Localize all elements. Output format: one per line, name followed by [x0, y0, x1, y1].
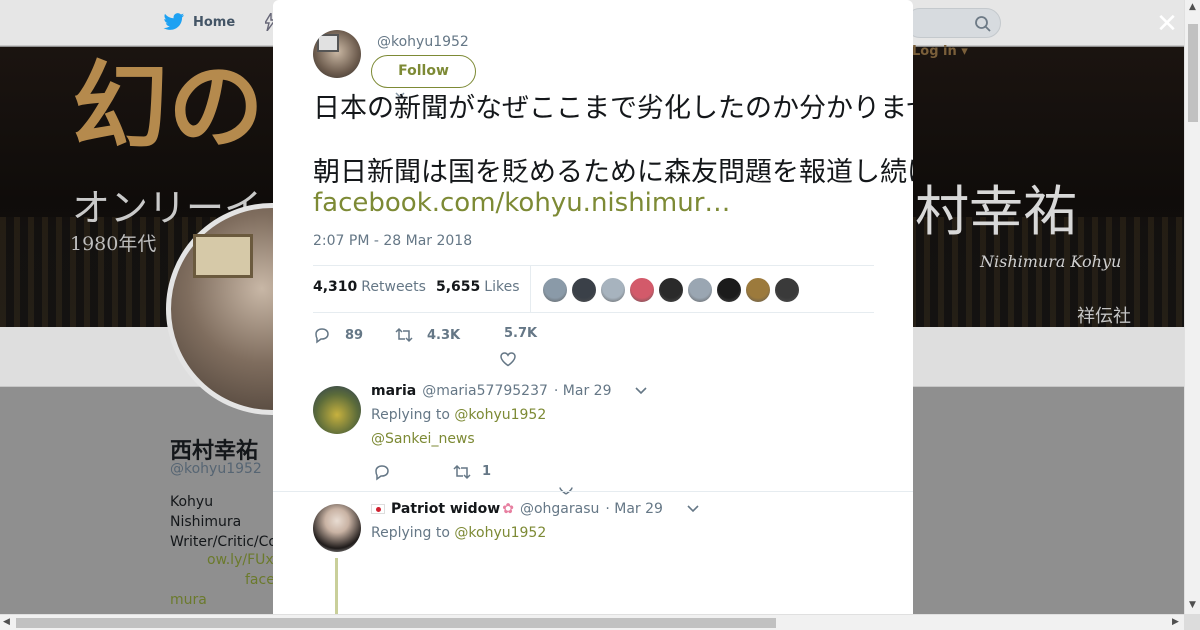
- reply-header: Patriot widow ✿ @ohgarasu · Mar 29: [371, 501, 699, 517]
- profile-link-1[interactable]: ow.ly/FUx: [207, 552, 274, 568]
- search-icon[interactable]: [974, 15, 992, 33]
- reply-retweet-count: 1: [482, 464, 492, 479]
- favoriter-avatar[interactable]: [571, 277, 597, 303]
- favoriter-avatar[interactable]: [542, 277, 568, 303]
- retweet-action[interactable]: 4.3K: [395, 326, 460, 344]
- horizontal-scrollbar[interactable]: ◀ ▶: [0, 614, 1184, 630]
- tweet-text: 日本の新聞がなぜここまで劣化したのか分かりません 朝日新聞は国を貶めるために森友…: [313, 92, 913, 188]
- reply-avatar[interactable]: [313, 504, 361, 552]
- profile-handle: @kohyu1952: [170, 461, 262, 477]
- reply-header: maria @maria57795237 · Mar 29: [371, 383, 648, 399]
- reply-icon: [315, 328, 329, 344]
- favoriter-avatar[interactable]: [629, 277, 655, 303]
- twitter-bird-icon: [163, 13, 185, 30]
- scrollbar-corner: [1184, 614, 1200, 630]
- chevron-down-icon[interactable]: [635, 387, 648, 395]
- like-action[interactable]: 5.7K: [504, 326, 537, 341]
- follow-button[interactable]: Follow: [371, 55, 476, 88]
- replying-to: Replying to @kohyu1952: [371, 525, 546, 541]
- retweets-label: Retweets: [361, 279, 426, 295]
- blossom-icon: ✿: [502, 501, 514, 517]
- replying-to-link[interactable]: @kohyu1952: [454, 407, 546, 423]
- login-link[interactable]: Log in ▾: [912, 44, 968, 59]
- replying-to-link[interactable]: @kohyu1952: [454, 525, 546, 541]
- banner-title: 幻の: [72, 50, 264, 163]
- profile-bio: Kohyu Nishimura Writer/Critic/Cornalist: [170, 494, 321, 550]
- profile-link-3[interactable]: mura: [170, 592, 207, 608]
- reply-avatar[interactable]: [313, 386, 361, 434]
- search-box[interactable]: [905, 8, 1001, 38]
- reply-icon[interactable]: [373, 463, 391, 481]
- favoriter-avatar[interactable]: [745, 277, 771, 303]
- favoriter-avatar[interactable]: [658, 277, 684, 303]
- reply-author-handle[interactable]: @maria57795237: [422, 383, 548, 399]
- banner-era: 1980年代: [70, 233, 157, 255]
- close-modal-button[interactable]: ✕: [1154, 11, 1180, 38]
- reply-action[interactable]: 89: [313, 326, 363, 344]
- scroll-right-arrow-icon[interactable]: ▶: [1172, 617, 1179, 627]
- reply-date[interactable]: · Mar 29: [554, 383, 612, 399]
- replying-prefix: Replying to: [371, 407, 450, 423]
- horizontal-scroll-thumb[interactable]: [16, 618, 776, 628]
- stats-divider: [530, 266, 531, 312]
- replying-to: Replying to @kohyu1952: [371, 407, 546, 423]
- heart-icon[interactable]: [499, 350, 517, 368]
- vertical-scroll-thumb[interactable]: [1188, 24, 1198, 122]
- banner-publisher: 祥伝社: [1077, 306, 1131, 327]
- retweet-count: 4.3K: [427, 327, 461, 343]
- favoriter-avatar[interactable]: [687, 277, 713, 303]
- replying-prefix: Replying to: [371, 525, 450, 541]
- thread-line: [335, 558, 338, 614]
- scroll-left-arrow-icon[interactable]: ◀: [3, 617, 10, 627]
- banner-author-en: Nishimura Kohyu: [980, 252, 1122, 271]
- scroll-up-arrow-icon[interactable]: ▲: [1189, 2, 1196, 12]
- reply-author-name[interactable]: Patriot widow: [391, 501, 500, 517]
- reply-divider: [273, 491, 913, 492]
- tweet-link[interactable]: facebook.com/kohyu.nishimur…: [313, 188, 730, 218]
- tweet-timestamp[interactable]: 2:07 PM - 28 Mar 2018: [313, 233, 472, 249]
- nav-home[interactable]: Home: [163, 12, 235, 32]
- reply-author-handle[interactable]: @ohgarasu: [520, 501, 599, 517]
- tweet-modal: @kohyu1952 Follow 日本の新聞がなぜここまで劣化したのか分かりま…: [273, 0, 913, 614]
- tweet-text-line-2: 朝日新聞は国を貶めるために森友問題を報道し続けています。28日の国会で安倍首相は…: [313, 157, 913, 188]
- retweets-count: 4,310: [313, 279, 358, 295]
- scroll-down-arrow-icon[interactable]: ▼: [1189, 600, 1196, 610]
- reply-date[interactable]: · Mar 29: [605, 501, 663, 517]
- nav-home-label: Home: [193, 14, 236, 30]
- heart-icon[interactable]: [557, 485, 575, 495]
- tweet-text-line-1: 日本の新聞がなぜここまで劣化したのか分かりません: [313, 93, 913, 124]
- vertical-scrollbar[interactable]: ▲ ▼: [1184, 0, 1200, 614]
- tweet-actions: 89 4.3K 5.7K: [313, 322, 874, 372]
- likes-stat[interactable]: 5,655 Likes: [436, 279, 520, 295]
- tweet-author-handle[interactable]: @kohyu1952: [377, 34, 469, 50]
- favoriter-avatar[interactable]: [774, 277, 800, 303]
- chevron-down-icon[interactable]: [687, 505, 699, 513]
- reply-mention[interactable]: @Sankei_news: [371, 431, 475, 447]
- banner-author-jp: 村幸祐: [915, 180, 1077, 243]
- reply-count: 89: [345, 327, 364, 343]
- retweets-stat[interactable]: 4,310 Retweets: [313, 279, 426, 295]
- flag-icon: [371, 504, 385, 514]
- reply-author-name[interactable]: maria: [371, 383, 416, 399]
- tweet-stats: 4,310 Retweets 5,655 Likes: [313, 265, 874, 313]
- profile-link-2[interactable]: face: [245, 572, 275, 588]
- retweet-icon[interactable]: [453, 463, 471, 481]
- favoriter-avatar[interactable]: [716, 277, 742, 303]
- likes-label: Likes: [484, 279, 520, 295]
- likes-count: 5,655: [436, 279, 481, 295]
- tweet-author-avatar[interactable]: [313, 30, 361, 78]
- like-count: 5.7K: [504, 326, 538, 341]
- retweet-icon: [395, 327, 413, 343]
- avatar-photo-frame: [193, 234, 253, 278]
- favoriter-avatar[interactable]: [600, 277, 626, 303]
